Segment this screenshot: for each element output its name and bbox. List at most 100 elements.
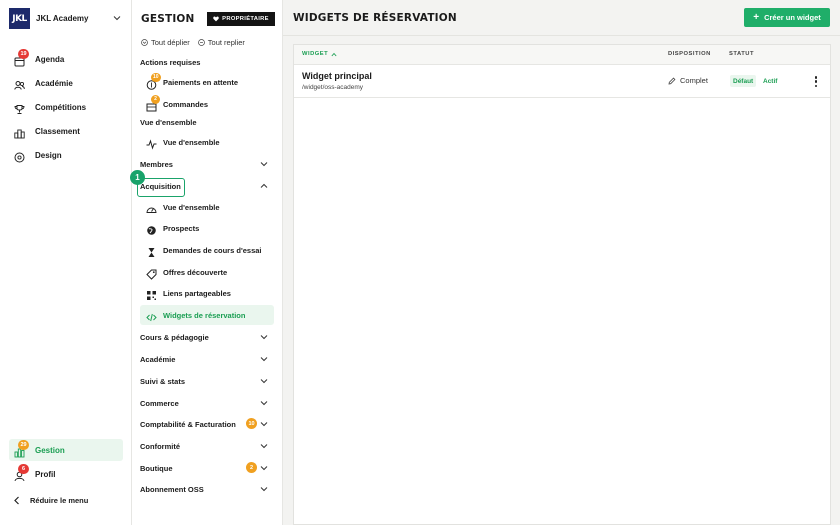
calendar-icon: 19 xyxy=(14,48,29,66)
disposition-label: Complet xyxy=(680,76,708,85)
rail-item-label: Compétitions xyxy=(35,102,87,112)
group-suivi[interactable]: Suivi & stats xyxy=(140,372,274,390)
rail-item-label: Gestion xyxy=(35,445,65,455)
chevron-down-icon xyxy=(260,335,268,340)
podium-icon xyxy=(14,126,25,138)
active-tag: Actif xyxy=(763,77,778,85)
table-header: WIDGET DISPOSITION STATUT xyxy=(294,45,830,65)
expand-all-button[interactable]: Tout déplier xyxy=(141,38,190,47)
group-cours[interactable]: Cours & pédagogie xyxy=(140,328,274,346)
expand-all-label: Tout déplier xyxy=(151,38,190,47)
chevron-left-icon xyxy=(14,496,19,505)
default-tag: Défaut xyxy=(730,75,757,87)
group-membres[interactable]: Membres xyxy=(140,155,274,173)
subnav-item-label: Widgets de réservation xyxy=(163,310,246,320)
owner-badge: PROPRIÉTAIRE xyxy=(207,12,275,26)
group-label: Conformité xyxy=(140,441,180,451)
group-abonnement[interactable]: Abonnement OSS xyxy=(140,480,274,498)
rail-item-academie[interactable]: Académie xyxy=(9,72,123,94)
chevron-down-icon xyxy=(260,379,268,384)
chevron-down-icon xyxy=(260,444,268,449)
subnav-item-prospects[interactable]: Prospects xyxy=(140,218,274,238)
activity-icon xyxy=(146,137,157,150)
subnav-item-overview[interactable]: Vue d'ensemble xyxy=(140,132,274,152)
page-title: WIDGETS DE RÉSERVATION xyxy=(293,12,457,24)
user-icon: 6 xyxy=(14,463,29,481)
paiements-badge: 10 xyxy=(151,72,161,82)
profil-badge: 6 xyxy=(18,463,29,474)
table-row[interactable]: Widget principal /widget/oss-academy Com… xyxy=(294,65,830,98)
column-widget[interactable]: WIDGET xyxy=(302,51,337,57)
brand-switcher[interactable]: JKL JKL Academy xyxy=(9,8,127,29)
academy-logo: JKL xyxy=(9,8,30,29)
agenda-badge: 19 xyxy=(18,48,29,59)
expand-circle-icon xyxy=(141,39,148,46)
rail-item-classement[interactable]: Classement xyxy=(9,120,123,142)
chevron-up-icon xyxy=(260,183,268,188)
hourglass-icon xyxy=(146,245,157,257)
group-conformite[interactable]: Conformité xyxy=(140,437,274,455)
group-comptabilite[interactable]: Comptabilité & Facturation 10 xyxy=(140,415,274,433)
chevron-down-icon xyxy=(260,401,268,406)
subnav-item-essai[interactable]: Demandes de cours d'essai xyxy=(140,240,274,260)
heart-icon xyxy=(213,16,219,22)
group-label: Abonnement OSS xyxy=(140,484,204,494)
code-icon xyxy=(146,310,157,321)
column-status: STATUT xyxy=(729,51,755,57)
widget-path: /widget/oss-academy xyxy=(302,84,364,91)
more-options-icon[interactable] xyxy=(813,75,819,88)
plus-icon: + xyxy=(753,11,760,23)
gestion-subnav: GESTION PROPRIÉTAIRE Tout déplier Tout r… xyxy=(132,0,283,525)
rail-item-design[interactable]: Design xyxy=(9,144,123,166)
create-widget-button[interactable]: + Créer un widget xyxy=(744,8,830,27)
group-commerce[interactable]: Commerce xyxy=(140,394,274,412)
gestion-badge: 29 xyxy=(18,439,29,450)
group-label: Cours & pédagogie xyxy=(140,332,209,342)
subnav-item-paiements[interactable]: 10 Paiements en attente xyxy=(140,72,274,92)
subnav-title: GESTION xyxy=(141,13,195,25)
payment-icon: 10 xyxy=(146,72,161,90)
palette-icon xyxy=(14,150,25,162)
collapse-menu-label: Réduire le menu xyxy=(30,496,89,505)
subnav-item-offres[interactable]: Offres découverte xyxy=(140,262,274,282)
subnav-item-label: Vue d'ensemble xyxy=(163,202,220,212)
subnav-item-commandes[interactable]: 2 Commandes xyxy=(140,94,274,114)
rail-item-agenda[interactable]: 19 Agenda xyxy=(9,48,123,70)
subnav-item-widgets[interactable]: Widgets de réservation xyxy=(140,305,274,325)
subnav-item-label: Prospects xyxy=(163,223,200,233)
collapse-menu-button[interactable]: Réduire le menu xyxy=(13,496,88,505)
header-divider xyxy=(283,35,840,36)
chevron-down-icon xyxy=(260,357,268,362)
users-icon xyxy=(14,78,25,90)
column-widget-label: WIDGET xyxy=(302,51,329,57)
group-boutique[interactable]: Boutique 2 xyxy=(140,459,274,477)
subnav-item-label: Paiements en attente xyxy=(163,77,239,87)
rail-item-profil[interactable]: 6 Profil xyxy=(9,463,123,485)
widgets-table: WIDGET DISPOSITION STATUT Widget princip… xyxy=(293,44,831,525)
collapse-all-button[interactable]: Tout replier xyxy=(197,38,245,47)
rail-item-label: Design xyxy=(35,150,62,160)
subnav-item-liens[interactable]: Liens partageables xyxy=(140,283,274,303)
subnav-item-label: Demandes de cours d'essai xyxy=(163,245,262,255)
group-label: Suivi & stats xyxy=(140,376,186,386)
actions-section-title: Actions requises xyxy=(140,58,201,67)
rail-item-label: Académie xyxy=(35,78,73,88)
main-rail: JKL JKL Academy 19 Agenda Académie Compé… xyxy=(0,0,132,525)
subnav-item-label: Commandes xyxy=(163,99,209,109)
rail-item-label: Classement xyxy=(35,126,80,136)
group-label: Académie xyxy=(140,354,176,364)
gauge-icon xyxy=(146,202,157,213)
widget-name: Widget principal xyxy=(302,71,372,81)
subnav-item-label: Offres découverte xyxy=(163,267,228,277)
create-widget-label: Créer un widget xyxy=(764,13,821,22)
rail-item-competitions[interactable]: Compétitions xyxy=(9,96,123,118)
comptabilite-badge: 10 xyxy=(246,418,257,429)
group-academie[interactable]: Académie xyxy=(140,350,274,368)
chevron-down-icon xyxy=(260,162,268,167)
rail-item-gestion[interactable]: 29 Gestion xyxy=(9,439,123,461)
commandes-badge: 2 xyxy=(151,94,160,104)
expand-controls: Tout déplier Tout replier xyxy=(141,38,253,47)
step-marker: 1 xyxy=(130,170,145,185)
subnav-item-acq-overview[interactable]: Vue d'ensemble xyxy=(140,197,274,217)
chevron-down-icon xyxy=(260,466,268,471)
